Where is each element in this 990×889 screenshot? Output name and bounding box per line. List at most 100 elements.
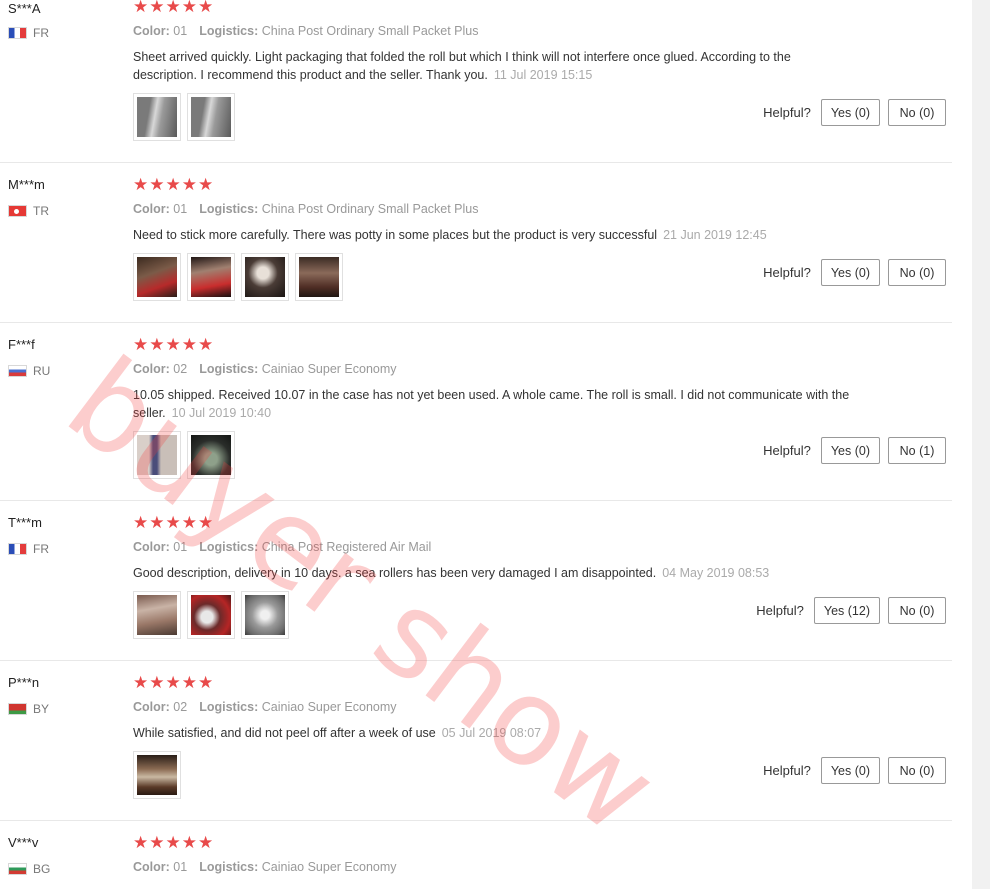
helpful-no-button[interactable]: No (0) — [888, 259, 946, 286]
rating-stars: ★★★★★ — [133, 335, 215, 354]
review-photo[interactable] — [187, 591, 235, 639]
logistics-label: Logistics: — [199, 540, 259, 554]
logistics-label: Logistics: — [199, 362, 259, 376]
country-code: TR — [33, 204, 49, 218]
review-item: P***n BY ★★★★★ Color: 02 Logistics: Caini… — [0, 660, 952, 821]
review-photo[interactable] — [241, 253, 289, 301]
helpful-yes-button[interactable]: Yes (0) — [820, 437, 880, 464]
logistics-value: China Post Ordinary Small Packet Plus — [261, 24, 479, 38]
review-photos — [133, 93, 235, 141]
color-label: Color: — [133, 700, 170, 714]
review-meta: Color: 01 Logistics: China Post Registere… — [133, 540, 431, 554]
review-date: 11 Jul 2019 15:15 — [493, 68, 593, 82]
review-item: S***A FR ★★★★★ Color: 01 Logistics: China… — [0, 0, 952, 163]
helpful-no-button[interactable]: No (1) — [888, 437, 946, 464]
reviewer-country: TR — [8, 204, 49, 218]
helpful-no-button[interactable]: No (0) — [888, 99, 946, 126]
review-photo[interactable] — [187, 253, 235, 301]
logistics-label: Logistics: — [199, 860, 259, 874]
review-photo[interactable] — [133, 591, 181, 639]
scrollbar-track[interactable] — [972, 0, 990, 889]
country-code: FR — [33, 542, 49, 556]
helpful-yes-button[interactable]: Yes (0) — [820, 99, 880, 126]
flag-bg-icon — [8, 863, 27, 875]
color-value: 02 — [173, 362, 188, 376]
helpful-votes: Helpful? Yes (0) No (0) — [763, 99, 946, 126]
review-photo[interactable] — [187, 431, 235, 479]
color-value: 01 — [173, 24, 188, 38]
flag-fr-icon — [8, 27, 27, 39]
review-comment: Good description, delivery in 10 days. a… — [133, 564, 853, 582]
comment-text: Good description, delivery in 10 days. a… — [133, 566, 657, 580]
logistics-label: Logistics: — [199, 700, 259, 714]
flag-by-icon — [8, 703, 27, 715]
helpful-yes-button[interactable]: Yes (12) — [813, 597, 880, 624]
helpful-votes: Helpful? Yes (0) No (0) — [763, 757, 946, 784]
color-value: 01 — [173, 202, 188, 216]
review-photo[interactable] — [133, 751, 181, 799]
color-value: 01 — [173, 540, 188, 554]
review-photos — [133, 431, 235, 479]
reviewer-country: BY — [8, 702, 49, 716]
review-item: T***m FR ★★★★★ Color: 01 Logistics: China… — [0, 500, 952, 661]
helpful-votes: Helpful? Yes (0) No (1) — [763, 437, 946, 464]
reviewer-country: FR — [8, 26, 49, 40]
helpful-yes-button[interactable]: Yes (0) — [820, 757, 880, 784]
helpful-label: Helpful? — [763, 763, 811, 778]
helpful-yes-button[interactable]: Yes (0) — [820, 259, 880, 286]
review-meta: Color: 01 Logistics: China Post Ordinary … — [133, 24, 479, 38]
review-photos — [133, 751, 181, 799]
review-date: 21 Jun 2019 12:45 — [663, 228, 767, 242]
logistics-value: Cainiao Super Economy — [261, 860, 397, 874]
flag-ru-icon — [8, 365, 27, 377]
rating-stars: ★★★★★ — [133, 673, 215, 692]
color-label: Color: — [133, 540, 170, 554]
color-label: Color: — [133, 24, 170, 38]
review-photo[interactable] — [133, 93, 181, 141]
reviewer-country: FR — [8, 542, 49, 556]
helpful-no-button[interactable]: No (0) — [888, 597, 946, 624]
reviewer-name: S***A — [8, 1, 41, 16]
review-comment: 10.05 shipped. Received 10.07 in the cas… — [133, 386, 853, 422]
rating-stars: ★★★★★ — [133, 0, 215, 16]
review-meta: Color: 02 Logistics: Cainiao Super Econom… — [133, 700, 397, 714]
review-item: V***v BG ★★★★★ Color: 01 Logistics: Caini… — [0, 820, 952, 889]
helpful-label: Helpful? — [763, 265, 811, 280]
review-meta: Color: 01 Logistics: Cainiao Super Econom… — [133, 860, 397, 874]
rating-stars: ★★★★★ — [133, 513, 215, 532]
comment-text: While satisfied, and did not peel off af… — [133, 726, 436, 740]
country-code: BG — [33, 862, 51, 876]
reviewer-name: T***m — [8, 515, 42, 530]
review-item: M***m TR ★★★★★ Color: 01 Logistics: China… — [0, 162, 952, 323]
review-meta: Color: 01 Logistics: China Post Ordinary … — [133, 202, 479, 216]
review-photos — [133, 591, 289, 639]
country-code: FR — [33, 26, 49, 40]
review-photo[interactable] — [133, 253, 181, 301]
review-meta: Color: 02 Logistics: Cainiao Super Econom… — [133, 362, 397, 376]
reviewer-country: RU — [8, 364, 50, 378]
review-photo[interactable] — [295, 253, 343, 301]
review-date: 05 Jul 2019 08:07 — [441, 726, 542, 740]
helpful-no-button[interactable]: No (0) — [888, 757, 946, 784]
color-value: 01 — [173, 860, 188, 874]
review-photo[interactable] — [241, 591, 289, 639]
color-value: 02 — [173, 700, 188, 714]
review-photo[interactable] — [187, 93, 235, 141]
review-photos — [133, 253, 343, 301]
flag-fr-icon — [8, 543, 27, 555]
review-date: 04 May 2019 08:53 — [662, 566, 770, 580]
reviewer-name: F***f — [8, 337, 35, 352]
logistics-label: Logistics: — [199, 202, 259, 216]
reviewer-name: P***n — [8, 675, 40, 690]
comment-text: Need to stick more carefully. There was … — [133, 228, 658, 242]
review-date: 10 Jul 2019 10:40 — [171, 406, 272, 420]
logistics-value: Cainiao Super Economy — [261, 362, 397, 376]
country-code: RU — [33, 364, 51, 378]
rating-stars: ★★★★★ — [133, 175, 215, 194]
review-comment: While satisfied, and did not peel off af… — [133, 724, 853, 742]
logistics-label: Logistics: — [199, 24, 259, 38]
review-photo[interactable] — [133, 431, 181, 479]
reviewer-country: BG — [8, 862, 50, 876]
color-label: Color: — [133, 860, 170, 874]
rating-stars: ★★★★★ — [133, 833, 215, 852]
